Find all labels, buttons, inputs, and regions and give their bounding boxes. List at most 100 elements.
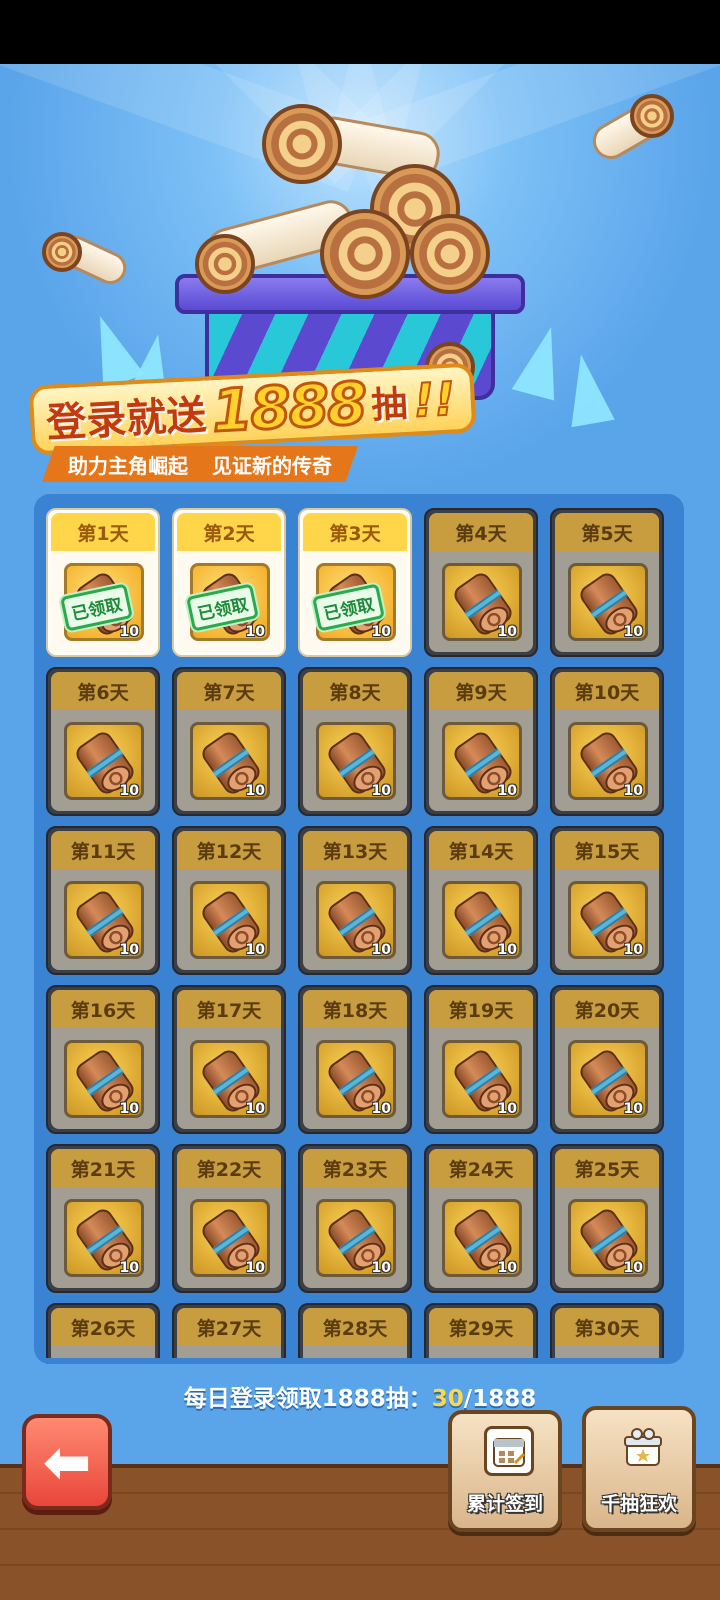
day-card[interactable]: 第16天 10 xyxy=(46,985,160,1134)
day-card-body: 第10天 10 xyxy=(555,672,659,811)
reward-quantity: 10 xyxy=(245,942,265,958)
day-card[interactable]: 第11天 10 xyxy=(46,826,160,975)
reward-quantity: 10 xyxy=(497,1260,517,1276)
day-card-body: 第13天 10 xyxy=(303,831,407,970)
day-card[interactable]: 第4天 10 xyxy=(424,508,538,657)
reward-quantity: 10 xyxy=(371,1260,391,1276)
banner-subtitle: 助力主角崛起 见证新的传奇 xyxy=(42,446,358,482)
thousand-draw-label: 千抽狂欢 xyxy=(600,1493,677,1515)
day-card[interactable]: 第6天 10 xyxy=(46,667,160,816)
reward-quantity: 10 xyxy=(119,1101,139,1117)
day-card-body: 第12天 10 xyxy=(177,831,281,970)
day-card[interactable]: 第28天 xyxy=(298,1303,412,1364)
day-card[interactable]: 第29天 xyxy=(424,1303,538,1364)
day-card[interactable]: 第10天 10 xyxy=(550,667,664,816)
day-card-body: 第21天 10 xyxy=(51,1149,155,1288)
day-card-body: 第5天 10 xyxy=(555,513,659,652)
day-label: 第14天 xyxy=(429,831,533,869)
progress-current: 30 xyxy=(431,1386,464,1412)
day-card[interactable]: 第13天 10 xyxy=(298,826,412,975)
login-reward-screen: 登录就送 1888 抽 !! 助力主角崛起 见证新的传奇 第1天 已领取 10 第2天… xyxy=(0,64,720,1600)
reward-quantity: 10 xyxy=(497,942,517,958)
day-card-body: 第24天 10 xyxy=(429,1149,533,1288)
day-card[interactable]: 第7天 10 xyxy=(172,667,286,816)
day-card-body: 第30天 xyxy=(555,1308,659,1364)
reward-quantity: 10 xyxy=(119,1260,139,1276)
day-label: 第29天 xyxy=(429,1308,533,1346)
day-card-body: 第11天 10 xyxy=(51,831,155,970)
title-suffix: 抽 xyxy=(370,383,409,427)
reward-quantity: 10 xyxy=(245,1260,265,1276)
day-card-body: 第22天 10 xyxy=(177,1149,281,1288)
reward-quantity: 10 xyxy=(119,942,139,958)
day-card[interactable]: 第1天 已领取 10 xyxy=(46,508,160,657)
day-card[interactable]: 第30天 xyxy=(550,1303,664,1364)
day-card-body: 第20天 10 xyxy=(555,990,659,1129)
daily-reward-panel[interactable]: 第1天 已领取 10 第2天 已领取 10 第3天 已领取 10 第4天 10 第5天 10 第6天 10 第… xyxy=(34,494,684,1364)
reward-quantity: 10 xyxy=(623,1260,643,1276)
back-button[interactable]: ⬅ xyxy=(22,1414,112,1510)
day-card[interactable]: 第22天 10 xyxy=(172,1144,286,1293)
day-card[interactable]: 第17天 10 xyxy=(172,985,286,1134)
title-number: 1888 xyxy=(209,368,369,447)
day-card-body: 第2天 已领取 10 xyxy=(177,513,281,652)
day-label: 第9天 xyxy=(429,672,533,710)
day-card[interactable]: 第2天 已领取 10 xyxy=(172,508,286,657)
day-card[interactable]: 第20天 10 xyxy=(550,985,664,1134)
subtitle-left: 助力主角崛起 xyxy=(68,453,188,478)
reward-quantity: 10 xyxy=(623,1101,643,1117)
day-card[interactable]: 第8天 10 xyxy=(298,667,412,816)
day-label: 第18天 xyxy=(303,990,407,1028)
reward-quantity: 10 xyxy=(245,624,265,640)
day-label: 第21天 xyxy=(51,1149,155,1187)
reward-quantity: 10 xyxy=(497,1101,517,1117)
day-card[interactable]: 第19天 10 xyxy=(424,985,538,1134)
day-card[interactable]: 第18天 10 xyxy=(298,985,412,1134)
day-card[interactable]: 第24天 10 xyxy=(424,1144,538,1293)
panel-bottom-edge xyxy=(34,1358,684,1364)
day-card[interactable]: 第23天 10 xyxy=(298,1144,412,1293)
day-label: 第17天 xyxy=(177,990,281,1028)
day-label: 第3天 xyxy=(303,513,407,551)
day-card-body: 第1天 已领取 10 xyxy=(51,513,155,652)
day-card[interactable]: 第12天 10 xyxy=(172,826,286,975)
day-card[interactable]: 第14天 10 xyxy=(424,826,538,975)
status-bar xyxy=(0,0,720,64)
day-card-body: 第29天 xyxy=(429,1308,533,1364)
day-label: 第5天 xyxy=(555,513,659,551)
scroll-icon xyxy=(262,104,342,184)
day-card-body: 第27天 xyxy=(177,1308,281,1364)
day-label: 第6天 xyxy=(51,672,155,710)
day-card[interactable]: 第5天 10 xyxy=(550,508,664,657)
title-prefix: 登录就送 xyxy=(45,392,208,447)
reward-quantity: 10 xyxy=(623,624,643,640)
reward-quantity: 10 xyxy=(245,783,265,799)
cumulative-signin-label: 累计签到 xyxy=(466,1493,543,1515)
day-card[interactable]: 第9天 10 xyxy=(424,667,538,816)
reward-quantity: 10 xyxy=(371,1101,391,1117)
reward-quantity: 10 xyxy=(371,942,391,958)
progress-label: 每日登录领取1888抽： xyxy=(183,1386,432,1412)
thousand-draw-button[interactable]: 千抽狂欢 xyxy=(582,1406,696,1532)
day-card-body: 第28天 xyxy=(303,1308,407,1364)
day-card[interactable]: 第25天 10 xyxy=(550,1144,664,1293)
day-label: 第23天 xyxy=(303,1149,407,1187)
day-card[interactable]: 第15天 10 xyxy=(550,826,664,975)
day-grid: 第1天 已领取 10 第2天 已领取 10 第3天 已领取 10 第4天 10 第5天 10 第6天 10 第… xyxy=(46,508,672,1364)
day-label: 第10天 xyxy=(555,672,659,710)
day-card[interactable]: 第27天 xyxy=(172,1303,286,1364)
day-card-body: 第18天 10 xyxy=(303,990,407,1129)
day-label: 第13天 xyxy=(303,831,407,869)
day-card[interactable]: 第3天 已领取 10 xyxy=(298,508,412,657)
day-card-body: 第26天 xyxy=(51,1308,155,1364)
day-label: 第20天 xyxy=(555,990,659,1028)
reward-quantity: 10 xyxy=(497,624,517,640)
reward-quantity: 10 xyxy=(497,783,517,799)
cumulative-signin-button[interactable]: 累计签到 xyxy=(448,1410,562,1532)
day-card-body: 第16天 10 xyxy=(51,990,155,1129)
title-exclamation: !! xyxy=(411,370,458,428)
reward-quantity: 10 xyxy=(371,783,391,799)
day-card[interactable]: 第26天 xyxy=(46,1303,160,1364)
day-card[interactable]: 第21天 10 xyxy=(46,1144,160,1293)
day-card-body: 第9天 10 xyxy=(429,672,533,811)
